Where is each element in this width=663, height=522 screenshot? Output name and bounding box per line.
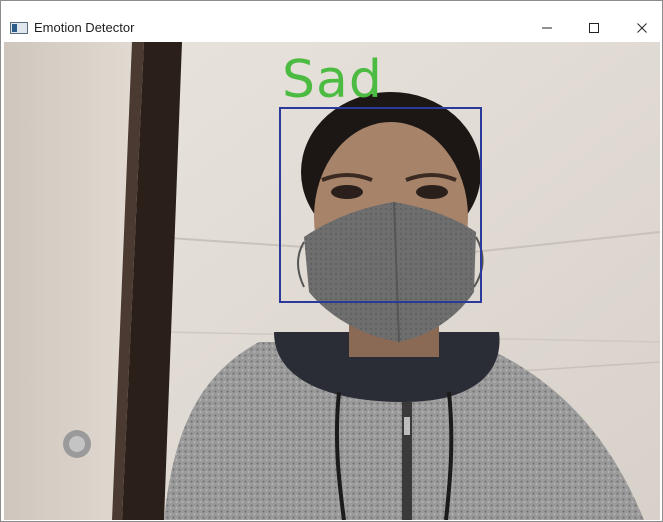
window-title: Emotion Detector — [34, 20, 135, 35]
window-app-icon — [10, 22, 28, 34]
close-icon — [637, 23, 647, 33]
minimize-icon — [542, 27, 552, 29]
app-window: Emotion Detector Sad — [0, 0, 663, 522]
maximize-button[interactable] — [575, 15, 613, 41]
title-bar[interactable]: Emotion Detector — [1, 1, 662, 41]
emotion-label: Sad — [282, 50, 383, 110]
minimize-button[interactable] — [528, 15, 566, 41]
maximize-icon — [589, 23, 599, 33]
close-button[interactable] — [623, 15, 661, 41]
face-bounding-box — [279, 107, 482, 303]
